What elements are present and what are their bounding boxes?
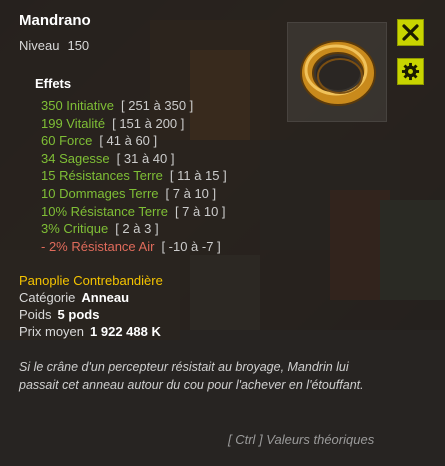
effect-range: [ 7 à 10 ] [165, 185, 217, 201]
effect-range: [ 2 à 3 ] [115, 221, 159, 237]
effect-range: [ -10 à -7 ] [161, 238, 221, 254]
effects-list: 350 Initiative [ 251 à 350 ] 199 Vitalité… [41, 97, 227, 255]
effect-value: 10 Dommages Terre [41, 185, 159, 201]
effect-line: 199 Vitalité [ 151 à 200 ] [41, 115, 227, 133]
effect-value: 3% Critique [41, 221, 109, 237]
category-row: Catégorie Anneau [19, 290, 129, 305]
category-label: Catégorie [19, 290, 76, 305]
effect-line: 3% Critique [ 2 à 3 ] [41, 220, 227, 238]
effect-value: 15 Résistances Terre [41, 168, 163, 184]
effect-value: 34 Sagesse [41, 150, 110, 166]
item-tooltip: Mandrano Niveau 150 Effets 350 Initiativ… [0, 0, 445, 466]
effect-line: 34 Sagesse [ 31 à 40 ] [41, 150, 227, 168]
price-row: Prix moyen 1 922 488 K [19, 324, 161, 339]
effect-range: [ 251 à 350 ] [121, 98, 194, 113]
level-value: 150 [67, 38, 90, 53]
set-name-link[interactable]: Panoplie Contrebandière [19, 273, 163, 288]
effect-range: [ 31 à 40 ] [116, 150, 175, 166]
effect-value: 350 Initiative [41, 98, 114, 113]
price-value: 1 922 488 K [90, 324, 161, 339]
level-label: Niveau [19, 38, 60, 53]
effect-line: - 2% Résistance Air [ -10 à -7 ] [41, 238, 227, 256]
effect-value: - 2% Résistance Air [41, 238, 155, 254]
effect-value: 10% Résistance Terre [41, 203, 168, 219]
price-label: Prix moyen [19, 324, 85, 339]
gear-icon [401, 62, 420, 81]
effect-line: 10 Dommages Terre [ 7 à 10 ] [41, 185, 227, 203]
effect-line: 350 Initiative [ 251 à 350 ] [41, 97, 227, 115]
weight-value: 5 pods [57, 307, 100, 322]
category-value: Anneau [81, 290, 130, 305]
effect-value: 60 Force [41, 133, 93, 149]
effect-line: 60 Force [ 41 à 60 ] [41, 132, 227, 150]
effect-range: [ 7 à 10 ] [174, 203, 226, 219]
options-button[interactable] [397, 58, 424, 85]
weight-row: Poids 5 pods [19, 307, 99, 322]
weight-label: Poids [19, 307, 52, 322]
effect-value: 199 Vitalité [41, 115, 106, 131]
theoretical-values-hint: [ Ctrl ] Valeurs théoriques [228, 432, 375, 447]
effect-range: [ 41 à 60 ] [99, 133, 158, 149]
effect-line: 10% Résistance Terre [ 7 à 10 ] [41, 203, 227, 221]
item-image-frame [287, 22, 387, 122]
item-name: Mandrano [19, 12, 91, 29]
effect-line: 15 Résistances Terre [ 11 à 15 ] [41, 167, 227, 185]
effect-range: [ 151 à 200 ] [112, 115, 185, 131]
close-button[interactable] [397, 19, 424, 46]
close-icon [402, 24, 419, 41]
item-description: Si le crâne d'un percepteur résistait au… [19, 360, 364, 392]
effects-title: Effets [35, 76, 72, 91]
effect-range: [ 11 à 15 ] [169, 168, 227, 184]
item-level: Niveau 150 [19, 38, 89, 53]
golden-ring-icon [300, 40, 376, 106]
